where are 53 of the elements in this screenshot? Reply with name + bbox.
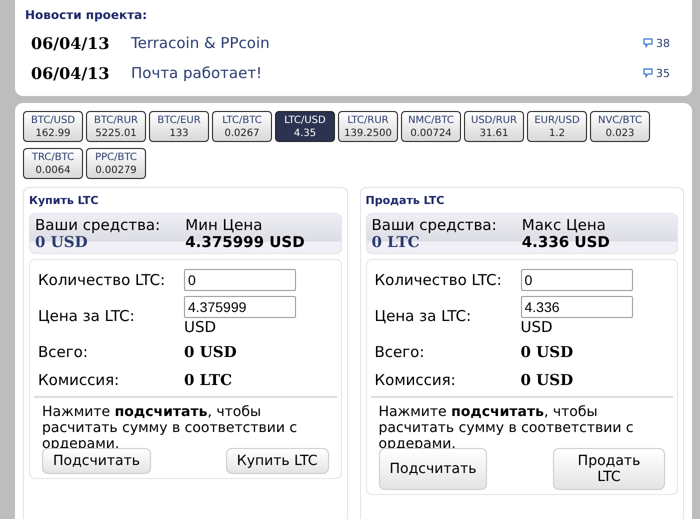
price-field[interactable]: 4.375999 [184, 296, 296, 318]
pair-tab[interactable]: LTC/USD 4.35 [275, 111, 335, 142]
pair-tab[interactable]: TRC/BTC 0.0064 [23, 148, 83, 179]
price-label: Макс Цена [522, 217, 607, 234]
news-link[interactable]: Почта работает! [131, 64, 643, 82]
panel-title: Продать LTC [366, 194, 446, 207]
price-label: Мин Цена [185, 217, 264, 234]
total-value: 0 USD [184, 343, 237, 361]
comment-count: 38 [656, 36, 670, 50]
total-label: Всего: [374, 343, 426, 361]
comment-count: 35 [656, 66, 670, 80]
calculate-button[interactable]: Подсчитать [378, 448, 488, 490]
calculate-button[interactable]: Подсчитать [42, 448, 151, 474]
total-value: 0 USD [520, 371, 574, 389]
amount-field[interactable]: 0 [184, 269, 296, 291]
pair-tab[interactable]: USD/RUR 31.61 [464, 111, 524, 142]
price-unit: USD [184, 318, 218, 336]
total-value: 0 USD [520, 343, 574, 361]
price-unit: USD [520, 318, 554, 336]
total-label: Комиссия: [374, 371, 457, 389]
pair-tab[interactable]: NVC/BTC 0.023 [590, 111, 650, 142]
amount-field[interactable]: 0 [520, 269, 632, 291]
total-label: Всего: [38, 343, 89, 361]
total-value: 0 LTC [184, 371, 232, 389]
pair-tab[interactable]: BTC/USD 162.99 [23, 111, 83, 142]
pair-tab[interactable]: NMC/BTC 0.00724 [401, 111, 461, 142]
funds-value: 0 LTC [372, 234, 420, 251]
news-date: 06/04/13 [31, 34, 110, 52]
news-date: 06/04/13 [31, 64, 110, 82]
submit-button[interactable]: Продать LTC [553, 448, 665, 490]
funds-label: Ваши средства: [35, 217, 162, 234]
comment-icon [643, 38, 653, 48]
comment-icon [643, 68, 653, 78]
price-value: 4.375999 USD [185, 234, 306, 251]
pair-tab[interactable]: LTC/BTC 0.0267 [212, 111, 272, 142]
pair-tab[interactable]: PPC/BTC 0.00279 [86, 148, 146, 179]
amount-label: Количество LTC: [38, 271, 166, 289]
funds-label: Ваши средства: [372, 217, 498, 234]
amount-label: Количество LTC: [374, 271, 503, 289]
price-field-label: Цена за LTC: [374, 307, 472, 325]
price-field-label: Цена за LTC: [38, 307, 136, 325]
funds-value: 0 USD [35, 234, 88, 251]
price-value: 4.336 USD [522, 234, 611, 251]
pair-tab[interactable]: LTC/RUR 139.2500 [338, 111, 398, 142]
pair-tab[interactable]: BTC/RUR 5225.01 [86, 111, 146, 142]
pair-tab[interactable]: BTC/EUR 133 [149, 111, 209, 142]
news-link[interactable]: Terracoin & PPcoin [131, 34, 643, 52]
price-field[interactable]: 4.336 [520, 296, 632, 318]
news-heading: Новости проекта: [25, 8, 148, 22]
panel-title: Купить LTC [29, 194, 100, 207]
submit-button[interactable]: Купить LTC [226, 448, 328, 474]
pair-tab[interactable]: EUR/USD 1.2 [527, 111, 587, 142]
total-label: Комиссия: [38, 371, 120, 389]
